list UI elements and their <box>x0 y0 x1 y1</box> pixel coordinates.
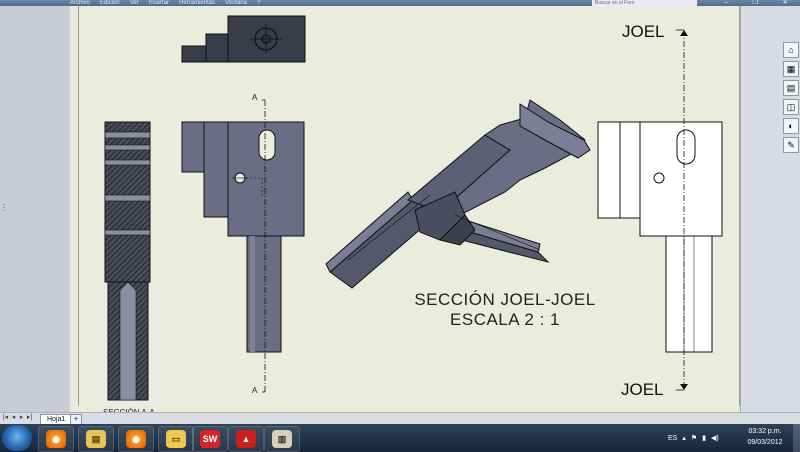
last-sheet-icon[interactable]: ▸| <box>26 413 33 422</box>
drawing-canvas <box>104 15 723 401</box>
front-view <box>181 99 305 393</box>
section-joel-view <box>597 29 723 391</box>
firefox-icon[interactable]: ◉ <box>38 426 74 452</box>
section-title: SECCIÓN JOEL-JOEL ESCALA 2 : 1 <box>405 290 605 330</box>
folder-icon[interactable]: ▭ <box>158 426 194 452</box>
acrobat-icon[interactable]: ▲ <box>228 426 264 452</box>
show-hidden-icon[interactable]: ▴ <box>682 434 686 442</box>
language-indicator[interactable]: ES <box>668 435 677 442</box>
firefox-icon[interactable]: ◉ <box>118 426 154 452</box>
first-sheet-icon[interactable]: |◂ <box>2 413 9 422</box>
clock-date: 09/03/2012 <box>747 439 783 446</box>
clock[interactable]: 03:32 p.m. 09/03/2012 <box>740 426 790 448</box>
section-title-line2: ESCALA 2 : 1 <box>450 310 560 329</box>
section-a-a-view <box>104 121 151 401</box>
isometric-view <box>325 99 591 289</box>
sheet-nav: |◂ ◂ ▸ ▸| <box>2 413 33 422</box>
section-name-bottom: JOEL <box>621 380 664 399</box>
show-desktop-button[interactable] <box>793 424 800 452</box>
clock-time: 03:32 p.m. <box>748 428 782 435</box>
section-name-top: JOEL <box>622 22 665 41</box>
cut-line-label-bottom: A <box>252 386 258 395</box>
explorer-icon[interactable]: ▤ <box>78 426 114 452</box>
prev-sheet-icon[interactable]: ◂ <box>10 413 17 422</box>
edrawings-icon[interactable]: ▥ <box>264 426 300 452</box>
solidworks-icon[interactable]: SW <box>192 426 228 452</box>
start-button[interactable] <box>2 425 32 451</box>
flag-icon[interactable]: ⚑ <box>691 434 697 442</box>
system-tray: ES ▴ ⚑ ▮ ◀) <box>668 427 719 449</box>
next-sheet-icon[interactable]: ▸ <box>18 413 25 422</box>
cut-line-label-top: A <box>252 93 258 102</box>
volume-icon[interactable]: ◀) <box>711 434 719 442</box>
top-view <box>181 15 306 63</box>
section-title-line1: SECCIÓN JOEL-JOEL <box>414 290 596 309</box>
network-icon[interactable]: ▮ <box>702 434 706 442</box>
